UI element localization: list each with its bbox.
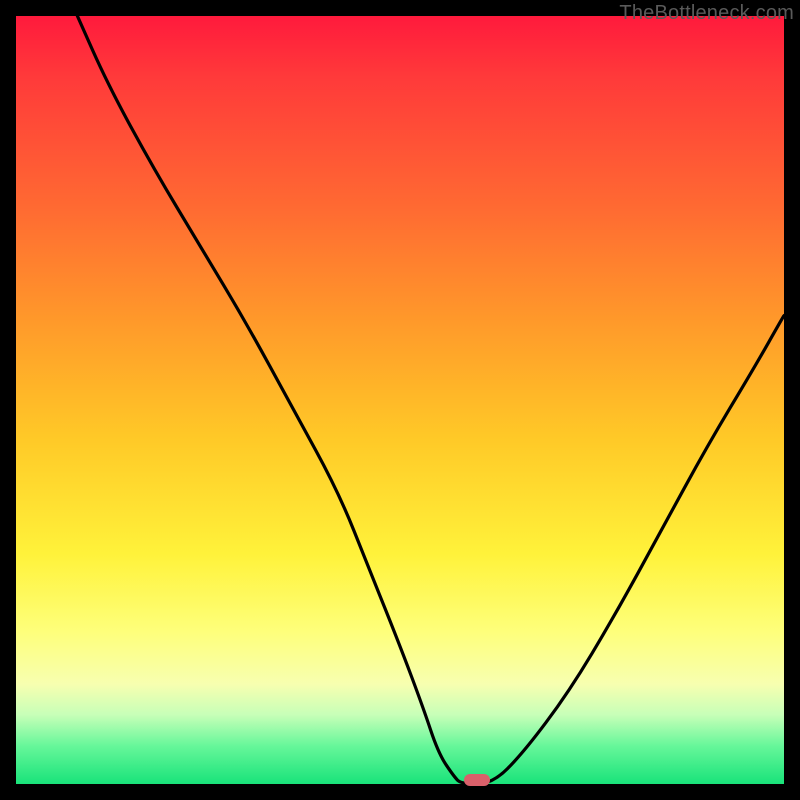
watermark-text: TheBottleneck.com: [619, 2, 794, 25]
minimum-marker: [464, 774, 490, 786]
plot-area: [16, 16, 784, 784]
chart-frame: TheBottleneck.com: [0, 0, 800, 800]
bottleneck-curve: [16, 16, 784, 784]
